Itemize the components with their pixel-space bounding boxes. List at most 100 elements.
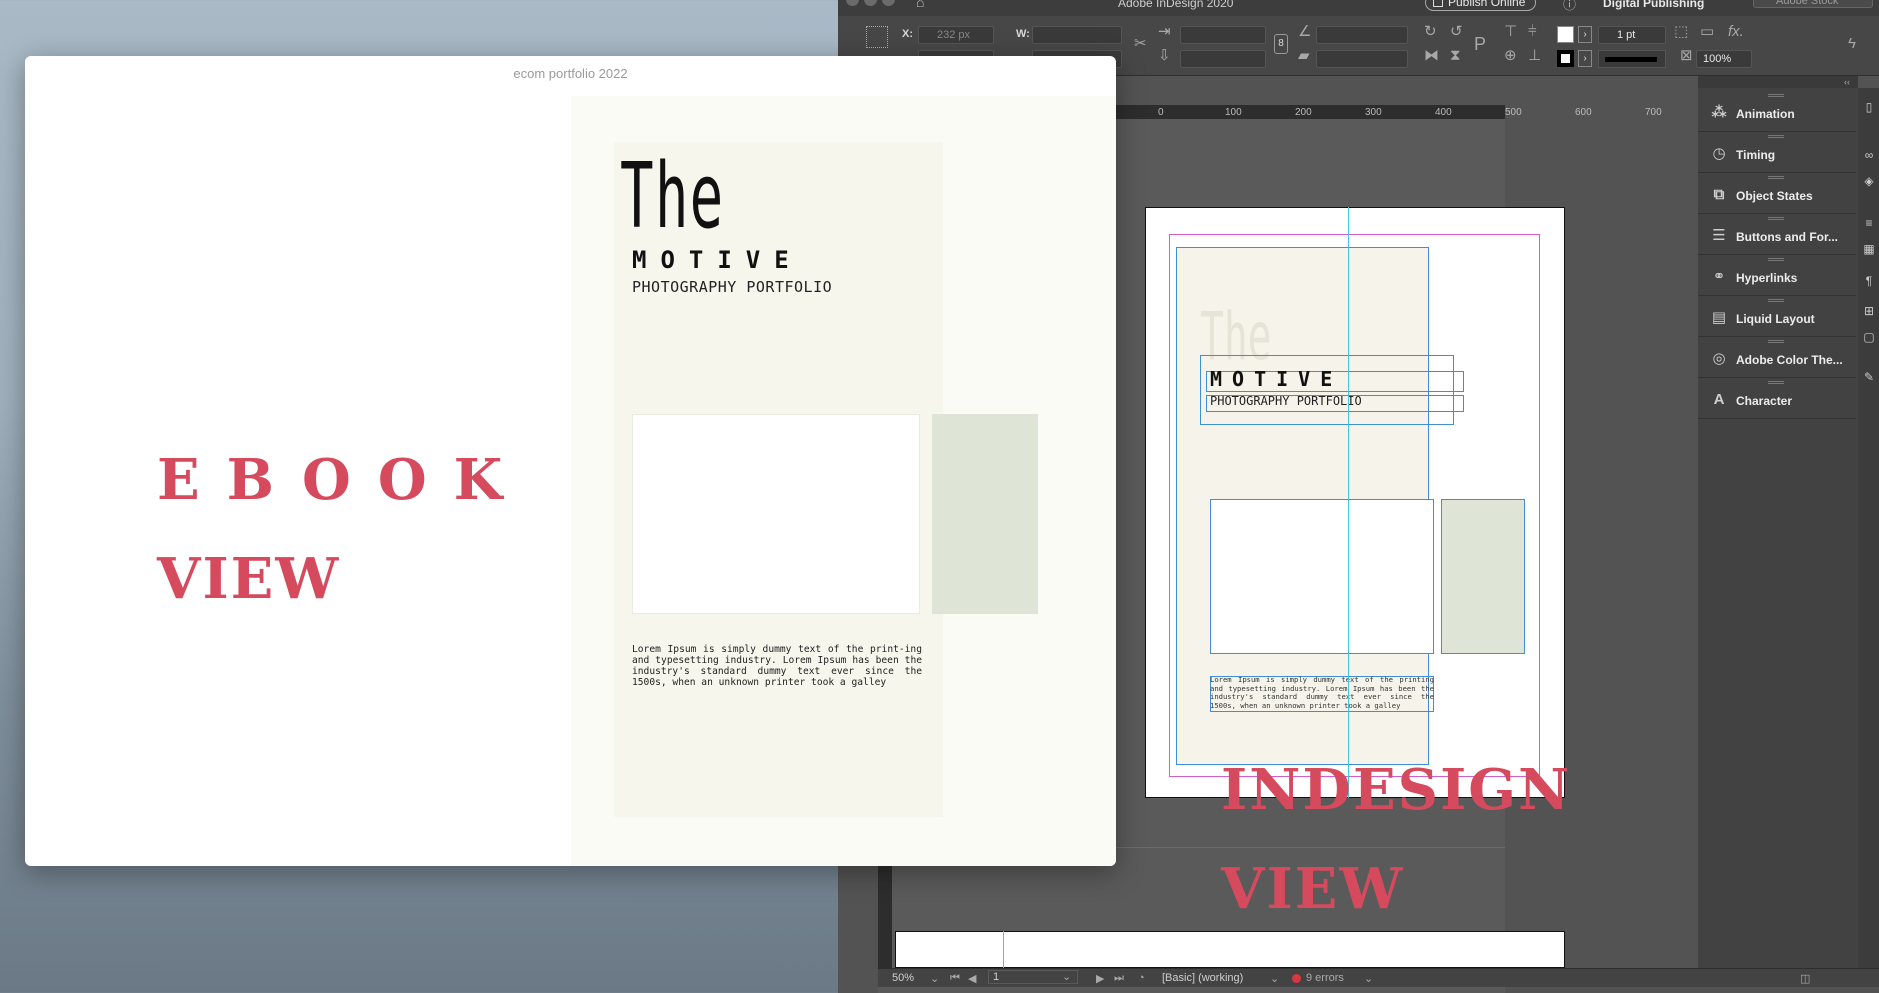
character-icon: A [1713,391,1725,408]
stroke-dropdown-icon[interactable]: › [1578,50,1592,67]
callout-ebook: EBOOK [157,447,530,513]
scale-y-icon[interactable]: ⇩ [1158,48,1171,64]
first-page-icon[interactable]: ⏮ [950,972,960,985]
layers-icon[interactable]: ◈ [1862,174,1876,188]
app-title: Adobe InDesign 2020 [1118,0,1234,10]
ruler-guide[interactable] [1348,207,1349,798]
stroke-weight-field[interactable]: 1 pt [1598,26,1666,44]
opacity-icon: ⊠ [1680,47,1693,64]
distribute-icon[interactable]: ⫩ [1528,24,1537,40]
preflight-globe-icon[interactable]: ◔ [1138,972,1145,984]
flip-horizontal-icon[interactable]: ⧓ [1424,48,1439,64]
next-spread-page[interactable] [895,931,1565,968]
scale-y-field[interactable] [1180,50,1266,68]
zoom-level[interactable]: 50% [892,972,914,984]
liquid-layout-icon: ▤ [1711,309,1727,326]
profile-dropdown-icon[interactable]: ⌄ [1270,972,1279,985]
page-dropdown-icon[interactable]: ⌄ [1062,970,1071,983]
panel-buttons-forms[interactable]: ☰ Buttons and For... [1698,214,1856,255]
error-indicator-icon [1292,974,1301,983]
fx-icon[interactable]: fx. [1728,24,1744,40]
opacity-field[interactable]: 100% [1696,50,1752,68]
panel-character[interactable]: A Character [1698,378,1856,419]
adobe-stock-search[interactable]: Adobe Stock [1753,0,1873,8]
table-icon[interactable]: ⊞ [1862,304,1876,318]
home-icon[interactable]: ⌂ [916,0,924,10]
error-count[interactable]: 9 errors [1306,972,1344,984]
width-field[interactable] [1032,26,1122,44]
shear-field[interactable] [1316,50,1408,68]
glyphs-icon[interactable]: ✎ [1862,370,1876,384]
rotate-ccw-icon[interactable]: ↺ [1450,24,1463,40]
panel-label: Liquid Layout [1736,312,1815,326]
minimize-window-button[interactable] [864,0,877,6]
ebook-motive-text: MOTIVE [632,246,803,274]
errors-dropdown-icon[interactable]: ⌄ [1364,972,1373,985]
x-field[interactable]: 232 px [918,26,994,44]
ebook-subtitle-text: PHOTOGRAPHY PORTFOLIO [632,278,833,296]
next-page-icon[interactable]: ▶ [1096,972,1104,985]
paragraph-styles-icon[interactable]: ¶ [1862,274,1876,288]
last-page-icon[interactable]: ⏭ [1114,972,1124,985]
align-top-icon[interactable]: ⊤ [1504,24,1517,40]
ruler-tick: 600 [1575,107,1592,118]
image-frame-side[interactable] [1441,499,1525,654]
publish-icon [1433,0,1443,7]
preflight-profile[interactable]: [Basic] (working) [1162,972,1243,984]
scale-x-field[interactable] [1180,26,1266,44]
close-window-button[interactable] [846,0,859,6]
frame-fitting-icon[interactable]: ⬚ [1674,24,1688,40]
scale-x-icon[interactable]: ⇥ [1158,24,1171,40]
constrain-icon[interactable]: ✂ [1134,36,1147,52]
pages-icon[interactable]: ▯ [1862,100,1876,114]
panel-label: Buttons and For... [1736,230,1838,244]
hyperlinks-icon: ⚭ [1712,268,1726,285]
stroke-swatch[interactable] [1557,50,1574,67]
ebook-lorem-text: Lorem Ipsum is simply dummy text of the … [632,644,922,688]
panel-label: Object States [1736,189,1813,203]
callout-ebook-view: VIEW [157,546,341,612]
ruler-tick: 500 [1505,107,1522,118]
swatches-icon[interactable]: ▦ [1862,242,1876,256]
paragraph-p-icon[interactable]: P [1474,35,1486,53]
stroke-type-select[interactable] [1598,50,1666,68]
split-view-icon[interactable]: ◫ [1800,972,1810,985]
panel-liquid-layout[interactable]: ▤ Liquid Layout [1698,296,1856,337]
text-wrap-icon[interactable]: ▢ [1862,330,1876,344]
panel-adobe-color-themes[interactable]: ◎ Adobe Color The... [1698,337,1856,378]
panel-collapse-bar[interactable]: ‹‹ [1698,76,1858,88]
flip-vertical-icon[interactable]: ⧗ [1450,48,1461,64]
panel-animation[interactable]: ⁂ Animation [1698,91,1856,132]
ruler-tick: 0 [1158,107,1164,118]
panel-object-states[interactable]: ⧉ Object States [1698,173,1856,214]
zoom-dropdown-icon[interactable]: ⌄ [930,972,939,985]
links-icon[interactable]: ∞ [1862,148,1876,162]
panel-label: Timing [1736,148,1776,162]
align-center-icon[interactable]: ⊕ [1504,48,1517,64]
fill-swatch[interactable] [1557,26,1574,43]
page-lorem-text: Lorem Ipsum is simply dummy text of the … [1210,675,1434,710]
quick-apply-icon[interactable]: ϟ [1848,36,1856,52]
timing-icon: ◷ [1712,145,1726,162]
rotation-field[interactable] [1316,26,1408,44]
prev-page-icon[interactable]: ◀ [968,972,976,985]
align-bottom-icon[interactable]: ⊥ [1528,48,1541,64]
zoom-window-button[interactable] [882,0,895,6]
image-frame-main[interactable] [1210,499,1434,654]
rotate-cw-icon[interactable]: ↻ [1424,24,1437,40]
panel-label: Animation [1736,107,1795,121]
panel-hyperlinks[interactable]: ⚭ Hyperlinks [1698,255,1856,296]
lightbulb-icon[interactable]: ⓘ [1563,0,1576,13]
drop-shadow-icon[interactable]: ▭ [1700,24,1714,40]
reference-point-icon[interactable] [866,26,888,48]
panel-timing[interactable]: ◷ Timing [1698,132,1856,173]
buttons-forms-icon: ☰ [1712,227,1726,244]
stroke-icon[interactable]: ≡ [1862,216,1876,230]
status-bar: 50% ⌄ ⏮ ◀ 1 ⌄ ▶ ⏭ ◔ [Basic] (working) ⌄ … [878,968,1879,987]
workspace-switcher[interactable]: Digital Publishing [1603,0,1704,10]
fill-dropdown-icon[interactable]: › [1578,26,1592,43]
publish-online-button[interactable]: Publish Online [1425,0,1537,11]
ebook-image-main [632,414,920,614]
link-proportions-icon[interactable]: 8 [1274,34,1288,54]
ebook-heading-the: The [620,144,725,249]
